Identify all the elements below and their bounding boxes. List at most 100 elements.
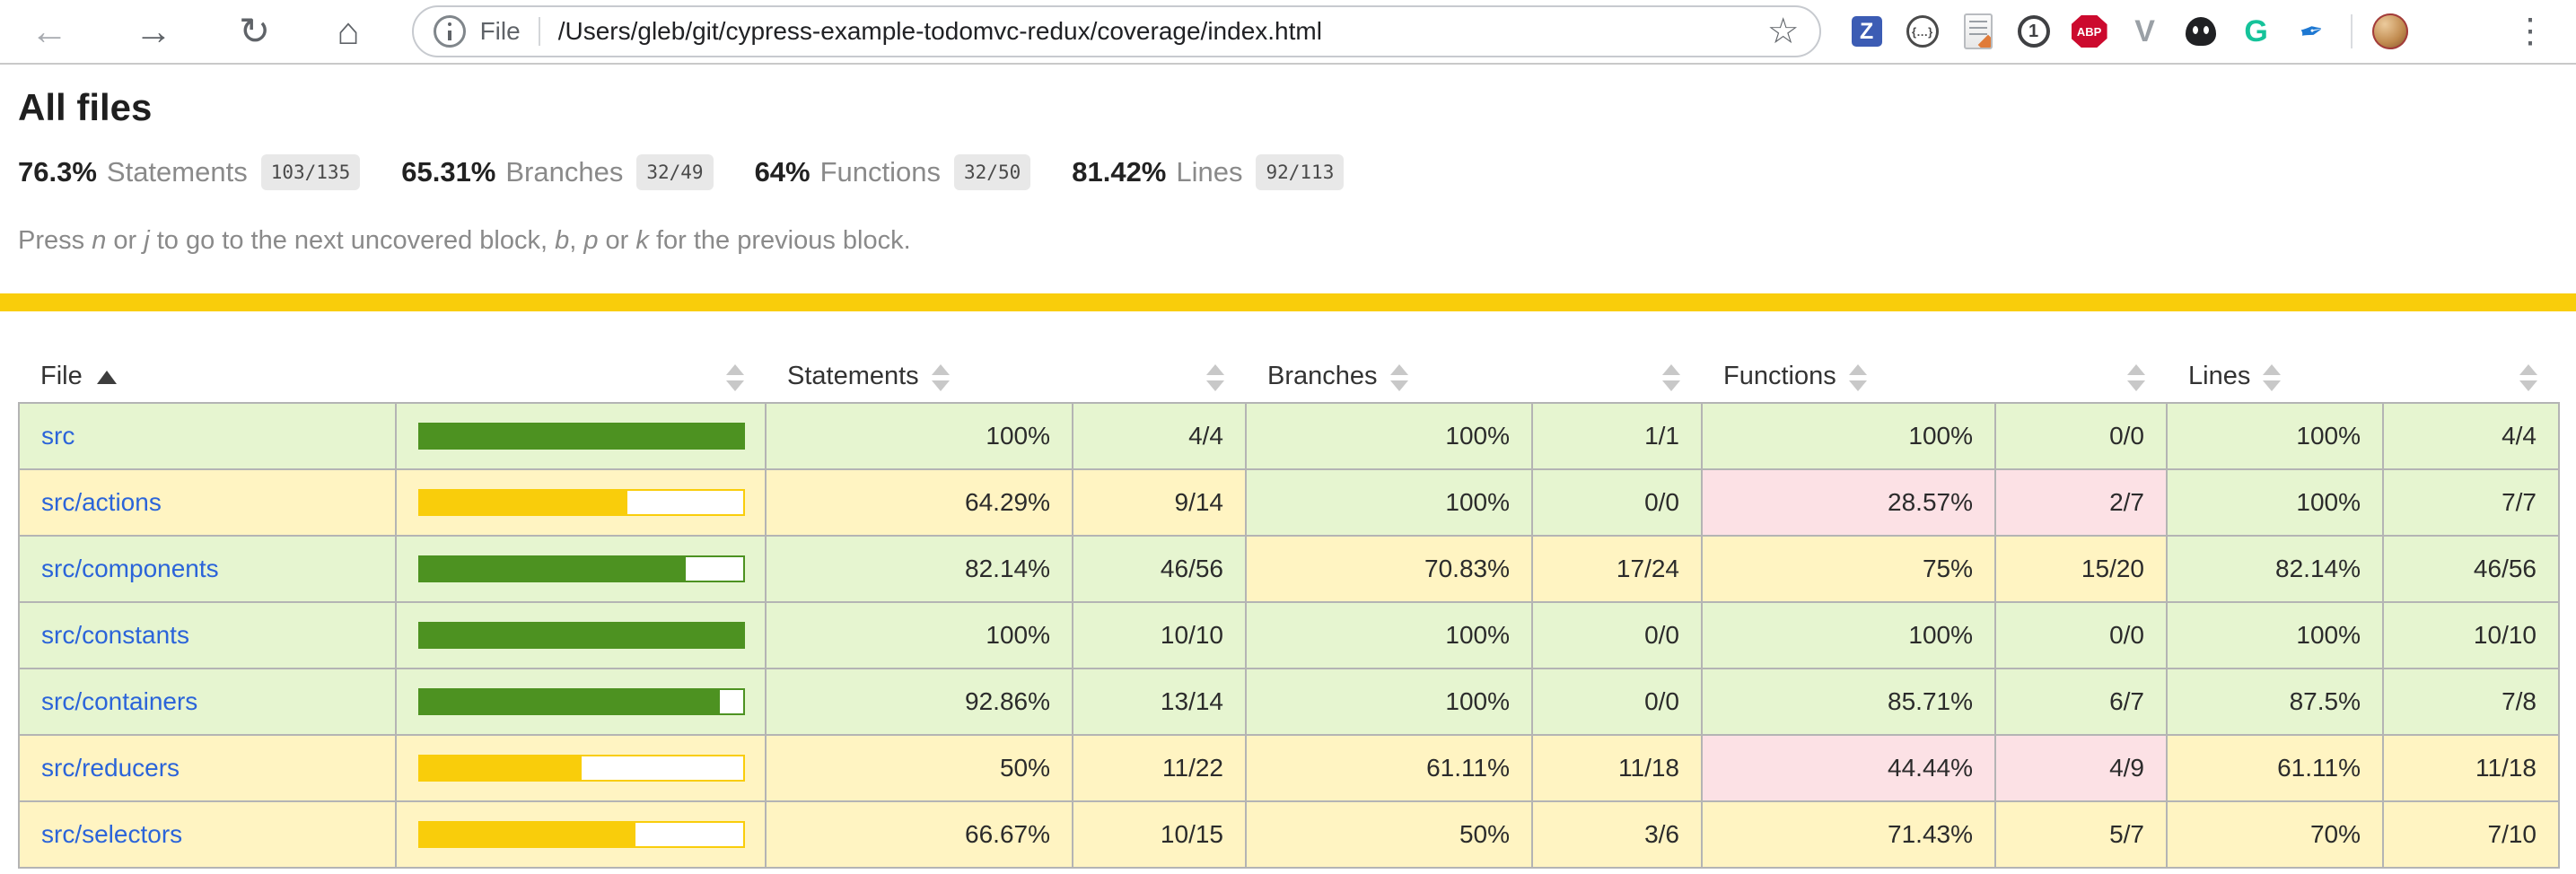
browser-menu-icon[interactable]: ⋮ bbox=[2513, 14, 2553, 48]
column-header-functions[interactable]: Functions bbox=[1702, 351, 1995, 403]
zotero-icon: Z bbox=[1852, 16, 1882, 47]
lines-fraction-cell: 4/4 bbox=[2383, 403, 2559, 469]
hint-key: k bbox=[635, 226, 649, 255]
file-cell: src/reducers bbox=[19, 735, 396, 801]
notes-extension-icon[interactable] bbox=[1958, 11, 1999, 52]
page-title: All files bbox=[18, 86, 2558, 129]
column-header-chart[interactable] bbox=[396, 351, 766, 403]
file-link[interactable]: src/constants bbox=[41, 621, 189, 649]
file-link[interactable]: src/components bbox=[41, 555, 219, 582]
sort-arrows-icon[interactable] bbox=[932, 364, 950, 391]
coverage-bar bbox=[418, 555, 745, 582]
coverage-bar-fill bbox=[420, 424, 743, 448]
vue-devtools-extension-icon[interactable]: V bbox=[2125, 11, 2166, 52]
back-button[interactable]: ← bbox=[31, 13, 68, 50]
summary-metrics: 76.3% Statements 103/135 65.31% Branches… bbox=[18, 154, 2558, 190]
url-scheme-label: File bbox=[480, 17, 521, 46]
sort-arrows-icon[interactable] bbox=[2263, 364, 2281, 391]
sort-arrows-icon[interactable] bbox=[2127, 364, 2145, 391]
statements-fraction-cell: 11/22 bbox=[1073, 735, 1246, 801]
coverage-table: File Statements Branches Functions Lines… bbox=[18, 351, 2560, 869]
json-viewer-extension-icon[interactable]: {…} bbox=[1902, 11, 1943, 52]
bookmark-star-icon[interactable]: ☆ bbox=[1767, 13, 1800, 49]
coverage-status-bar bbox=[0, 293, 2576, 311]
profile-avatar[interactable] bbox=[2372, 13, 2408, 49]
functions-label: Functions bbox=[820, 156, 941, 188]
lines-header-label: Lines bbox=[2188, 362, 2250, 390]
coverage-table-body: src100%4/4100%1/1100%0/0100%4/4src/actio… bbox=[19, 403, 2559, 868]
branches-percent: 65.31% bbox=[401, 156, 495, 188]
branches-header-label: Branches bbox=[1267, 362, 1378, 390]
column-header-branches[interactable]: Branches bbox=[1246, 351, 1532, 403]
forward-button[interactable]: → bbox=[135, 13, 172, 50]
functions-percent-cell: 28.57% bbox=[1702, 469, 1995, 536]
branches-fraction-cell: 11/18 bbox=[1532, 735, 1702, 801]
column-header-branches-raw[interactable] bbox=[1532, 351, 1702, 403]
grammarly-g-icon: G bbox=[2244, 14, 2267, 49]
functions-percent-cell: 44.44% bbox=[1702, 735, 1995, 801]
column-header-file[interactable]: File bbox=[19, 351, 396, 403]
lines-fraction-badge: 92/113 bbox=[1256, 154, 1344, 190]
statements-fraction-cell: 4/4 bbox=[1073, 403, 1246, 469]
functions-percent-cell: 100% bbox=[1702, 403, 1995, 469]
column-header-lines-raw[interactable] bbox=[2383, 351, 2559, 403]
onepassword-extension-icon[interactable]: 1 bbox=[2013, 11, 2055, 52]
nav-button-group: ← → ↻ ⌂ bbox=[31, 13, 360, 50]
branches-fraction-cell: 0/0 bbox=[1532, 669, 1702, 735]
statements-percent-cell: 92.86% bbox=[766, 669, 1073, 735]
hint-text: to go to the next uncovered block, bbox=[150, 226, 555, 255]
sort-arrows-icon[interactable] bbox=[1662, 364, 1680, 391]
vue-v-icon: V bbox=[2134, 14, 2155, 49]
file-header-label: File bbox=[40, 362, 83, 390]
functions-fraction-badge: 32/50 bbox=[954, 154, 1030, 190]
toolbar-divider bbox=[2351, 14, 2353, 48]
functions-percent-cell: 75% bbox=[1702, 536, 1995, 602]
table-row: src100%4/4100%1/1100%0/0100%4/4 bbox=[19, 403, 2559, 469]
reload-button[interactable]: ↻ bbox=[239, 13, 270, 50]
monster-icon bbox=[2186, 17, 2216, 46]
column-header-functions-raw[interactable] bbox=[1995, 351, 2167, 403]
sort-arrows-icon[interactable] bbox=[1206, 364, 1224, 391]
chart-cell bbox=[396, 735, 766, 801]
sort-arrows-icon[interactable] bbox=[1390, 364, 1408, 391]
sort-arrows-icon[interactable] bbox=[1849, 364, 1867, 391]
statements-percent-cell: 50% bbox=[766, 735, 1073, 801]
monster-extension-icon[interactable] bbox=[2180, 11, 2221, 52]
file-link[interactable]: src/containers bbox=[41, 687, 197, 715]
sort-arrows-icon[interactable] bbox=[726, 364, 744, 391]
page-info-icon[interactable] bbox=[434, 15, 466, 48]
branches-fraction-cell: 0/0 bbox=[1532, 469, 1702, 536]
column-header-statements-raw[interactable] bbox=[1073, 351, 1246, 403]
branches-percent-cell: 70.83% bbox=[1246, 536, 1532, 602]
file-link[interactable]: src/reducers bbox=[41, 754, 180, 782]
branches-percent-cell: 100% bbox=[1246, 669, 1532, 735]
hint-key: p bbox=[583, 226, 598, 255]
statements-percent: 76.3% bbox=[18, 156, 97, 188]
home-button[interactable]: ⌂ bbox=[337, 13, 359, 50]
file-link[interactable]: src/actions bbox=[41, 488, 162, 516]
statements-fraction-badge: 103/135 bbox=[261, 154, 361, 190]
column-header-lines[interactable]: Lines bbox=[2167, 351, 2383, 403]
adblock-plus-extension-icon[interactable]: ABP bbox=[2069, 11, 2110, 52]
ink-pen-icon: ✒ bbox=[2297, 13, 2327, 51]
grammarly-extension-icon[interactable]: G bbox=[2236, 11, 2277, 52]
home-icon: ⌂ bbox=[337, 10, 359, 52]
file-link[interactable]: src bbox=[41, 422, 74, 450]
pen-extension-icon[interactable]: ✒ bbox=[2291, 11, 2333, 52]
branches-fraction-cell: 0/0 bbox=[1532, 602, 1702, 669]
functions-fraction-cell: 0/0 bbox=[1995, 403, 2167, 469]
coverage-bar bbox=[418, 755, 745, 782]
branches-percent-cell: 100% bbox=[1246, 469, 1532, 536]
functions-fraction-cell: 4/9 bbox=[1995, 735, 2167, 801]
statements-percent-cell: 66.67% bbox=[766, 801, 1073, 868]
lines-percent-cell: 70% bbox=[2167, 801, 2383, 868]
column-header-statements[interactable]: Statements bbox=[766, 351, 1073, 403]
file-cell: src/actions bbox=[19, 469, 396, 536]
statements-fraction-cell: 10/10 bbox=[1073, 602, 1246, 669]
sort-arrows-icon[interactable] bbox=[2519, 364, 2537, 391]
file-link[interactable]: src/selectors bbox=[41, 820, 182, 848]
branches-percent-cell: 61.11% bbox=[1246, 735, 1532, 801]
address-bar[interactable]: File /Users/gleb/git/cypress-example-tod… bbox=[412, 5, 1821, 57]
zotero-extension-icon[interactable]: Z bbox=[1846, 11, 1888, 52]
branches-percent-cell: 50% bbox=[1246, 801, 1532, 868]
